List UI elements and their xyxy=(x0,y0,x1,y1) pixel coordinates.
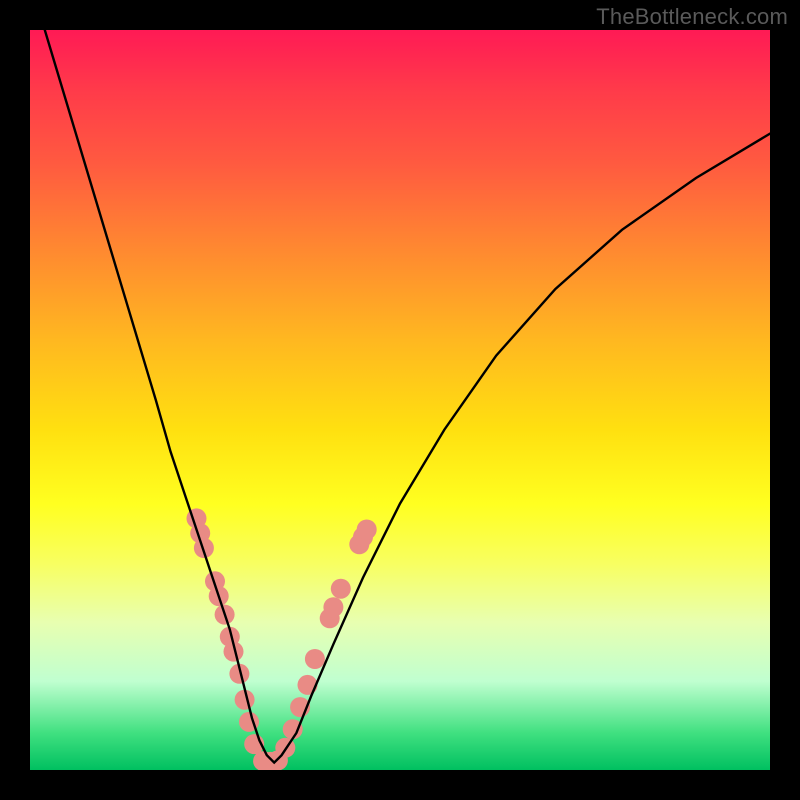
chart-svg xyxy=(30,30,770,770)
data-marker xyxy=(298,675,318,695)
data-marker xyxy=(305,649,325,669)
chart-frame: TheBottleneck.com xyxy=(0,0,800,800)
plot-area xyxy=(30,30,770,770)
data-markers xyxy=(187,508,377,770)
bottleneck-curve xyxy=(45,30,770,763)
data-marker xyxy=(357,520,377,540)
watermark-text: TheBottleneck.com xyxy=(596,4,788,30)
data-marker xyxy=(323,597,343,617)
data-marker xyxy=(331,579,351,599)
